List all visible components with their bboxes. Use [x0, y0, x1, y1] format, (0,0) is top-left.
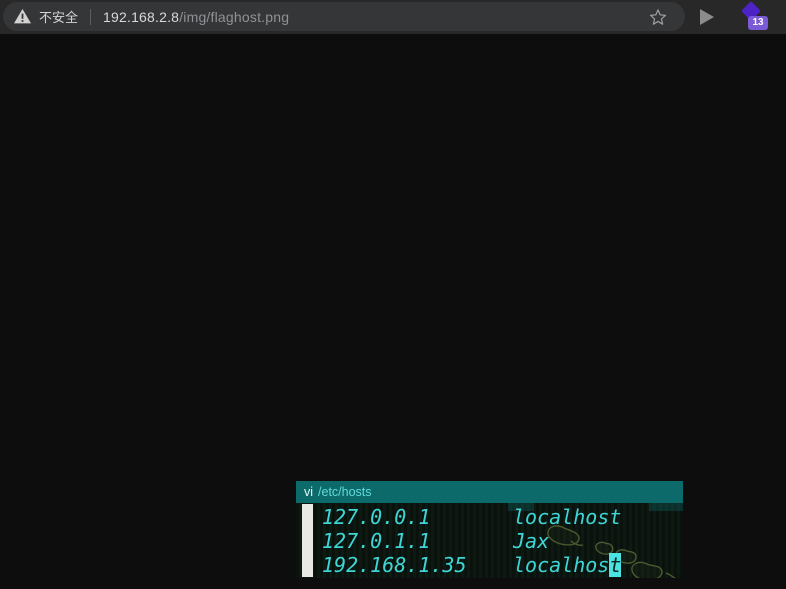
url-host: 192.168.2.8	[103, 8, 180, 25]
warning-icon	[14, 9, 31, 24]
image-shading	[649, 503, 683, 511]
hosts-ip: 127.0.1.1	[322, 529, 431, 553]
play-icon[interactable]	[700, 9, 714, 25]
hosts-row: 127.0.1.1 Jax	[322, 529, 621, 553]
url-path: /img/flaghost.png	[179, 8, 290, 25]
hosts-entries: 127.0.0.1 localhost 127.0.1.1 Jax 192.168.…	[322, 505, 622, 577]
omnibox-divider	[90, 8, 92, 25]
browser-toolbar: 不安全 192.168.2.8/img/flaghost.png 13	[0, 0, 786, 34]
hosts-row: 192.168.1.35 localhost	[322, 553, 622, 577]
hosts-ip: 127.0.0.1	[322, 505, 431, 529]
hosts-ip: 192.168.1.35	[322, 553, 467, 577]
terminal-filename: /etc/hosts	[318, 485, 372, 499]
bookmark-star-icon[interactable]	[649, 8, 667, 31]
security-chip-label: 不安全	[39, 10, 79, 25]
terminal-title-bar: vi /etc/hosts	[296, 481, 683, 503]
vi-cursor: t	[609, 553, 622, 577]
url-text: 192.168.2.8/img/flaghost.png	[103, 9, 289, 25]
extension-badge: 13	[748, 16, 768, 30]
hosts-name: localhost	[513, 553, 622, 577]
page-content: vi /etc/hosts 127.0.0.1 localhost 127.0.…	[0, 34, 786, 589]
terminal-body: 127.0.0.1 localhost 127.0.1.1 Jax 192.168.…	[296, 503, 683, 578]
terminal-command: vi	[304, 485, 314, 499]
terminal-gutter-bar	[302, 504, 313, 577]
hosts-name: Jax	[513, 529, 550, 553]
hosts-file-image: vi /etc/hosts 127.0.0.1 localhost 127.0.…	[296, 481, 683, 578]
hosts-row: 127.0.0.1 localhost	[322, 505, 621, 529]
address-bar[interactable]: 不安全 192.168.2.8/img/flaghost.png	[3, 2, 685, 31]
security-chip[interactable]: 不安全	[14, 7, 78, 26]
hosts-name: localhost	[513, 505, 622, 529]
hosts-name-text: localhos	[513, 553, 610, 577]
extension-icon[interactable]: 13	[738, 0, 774, 34]
